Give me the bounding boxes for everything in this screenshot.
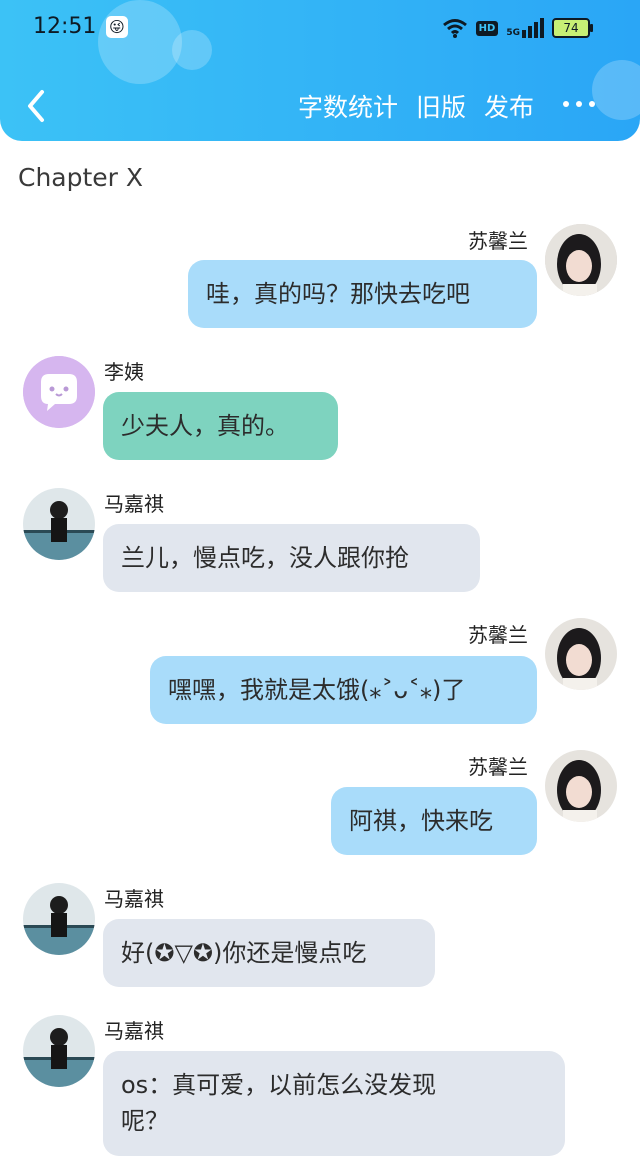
network-type: 5G xyxy=(506,28,520,38)
status-time: 12:51 xyxy=(33,14,97,39)
chat-bubble-face-icon xyxy=(23,356,95,428)
message-bubble[interactable]: 兰儿，慢点吃，没人跟你抢 xyxy=(103,524,480,592)
message-bubble[interactable]: os：真可爱，以前怎么没发现 呢？ xyxy=(103,1051,565,1156)
message-bubble[interactable]: 少夫人，真的。 xyxy=(103,392,338,460)
sender-name: 马嘉祺 xyxy=(104,887,164,911)
publish-button[interactable]: 发布 xyxy=(484,88,534,124)
hd-icon: HD xyxy=(475,20,499,36)
message-line: 呢？ xyxy=(121,1107,169,1135)
sender-name: 苏馨兰 xyxy=(468,229,528,253)
sender-name: 马嘉祺 xyxy=(104,1019,164,1043)
decor-bubble xyxy=(592,60,640,120)
back-arrow-icon[interactable] xyxy=(22,86,50,126)
chapter-title: Chapter X xyxy=(18,163,144,192)
boy-portrait-icon xyxy=(23,883,95,955)
girl-portrait-icon xyxy=(545,750,617,822)
more-options-icon[interactable] xyxy=(563,101,595,107)
wifi-icon xyxy=(442,19,467,38)
sender-name: 苏馨兰 xyxy=(468,755,528,779)
sender-name: 李姨 xyxy=(104,360,144,384)
avatar[interactable] xyxy=(23,356,95,428)
toolbar-actions: 字数统计 旧版 发布 xyxy=(298,88,534,124)
avatar[interactable] xyxy=(545,224,617,296)
avatar[interactable] xyxy=(545,750,617,822)
status-bar: 12:51 😜 HD 5G 74 xyxy=(0,0,640,56)
girl-portrait-icon xyxy=(545,224,617,296)
boy-portrait-icon xyxy=(23,1015,95,1087)
message-line: os：真可爱，以前怎么没发现 xyxy=(121,1071,437,1099)
message-bubble[interactable]: 阿祺，快来吃 xyxy=(331,787,537,855)
status-icons: HD 5G 74 xyxy=(442,16,593,40)
word-count-button[interactable]: 字数统计 xyxy=(298,88,398,124)
old-version-button[interactable]: 旧版 xyxy=(416,88,466,124)
notification-icon: 😜 xyxy=(106,16,128,38)
avatar[interactable] xyxy=(23,488,95,560)
signal-icon: 5G xyxy=(506,18,544,38)
top-app-bar: 12:51 😜 HD 5G 74 字数统计 旧版 发布 xyxy=(0,0,640,141)
avatar[interactable] xyxy=(545,618,617,690)
message-bubble[interactable]: 哇，真的吗？那快去吃吧 xyxy=(188,260,537,328)
avatar[interactable] xyxy=(23,1015,95,1087)
sender-name: 马嘉祺 xyxy=(104,492,164,516)
boy-portrait-icon xyxy=(23,488,95,560)
girl-portrait-icon xyxy=(545,618,617,690)
message-bubble[interactable]: 好(✪▽✪)你还是慢点吃 xyxy=(103,919,435,987)
sender-name: 苏馨兰 xyxy=(468,623,528,647)
message-bubble[interactable]: 嘿嘿，我就是太饿(⁎˃ᴗ˂⁎)了 xyxy=(150,656,537,724)
battery-icon: 74 xyxy=(552,18,593,38)
avatar[interactable] xyxy=(23,883,95,955)
